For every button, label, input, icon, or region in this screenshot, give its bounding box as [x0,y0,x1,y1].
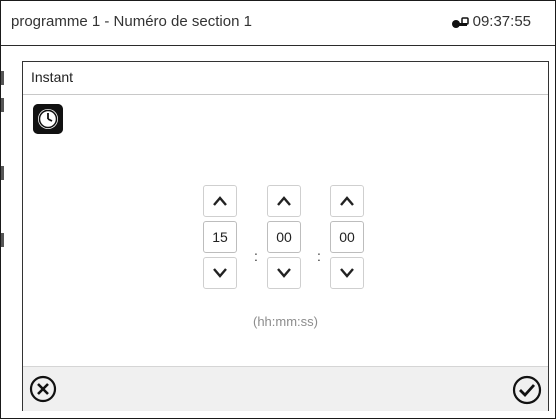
dialog-title: Instant [31,69,74,85]
minutes-field[interactable]: 00 [267,221,301,253]
hours-decrement-button[interactable] [203,257,237,289]
clock-time: 09:37:55 [472,13,531,30]
time-format-hint: (hh:mm:ss) [253,314,318,329]
dialog-footer [23,366,548,411]
chevron-up-icon [277,196,291,206]
seconds-decrement-button[interactable] [330,257,364,289]
chevron-down-icon [340,268,354,278]
background-list-edge [1,71,4,85]
background-list-edge [1,233,4,247]
status-bar: programme 1 - Numéro de section 1 09:37:… [1,1,555,46]
seconds-spinner: 00 [330,185,364,289]
hours-increment-button[interactable] [203,185,237,217]
minutes-spinner: 00 [267,185,301,289]
hours-spinner: 15 [203,185,237,289]
minutes-increment-button[interactable] [267,185,301,217]
background-list-edge [1,166,4,180]
chevron-down-icon [277,268,291,278]
lock-key-icon [451,16,469,28]
chevron-up-icon [340,196,354,206]
device-screen: programme 1 - Numéro de section 1 09:37:… [0,0,556,419]
seconds-increment-button[interactable] [330,185,364,217]
time-separator: : [317,248,321,264]
chevron-down-icon [213,268,227,278]
time-separator: : [254,248,258,264]
chevron-up-icon [213,196,227,206]
page-title: programme 1 - Numéro de section 1 [11,13,252,30]
cancel-circle-x-icon[interactable] [29,375,57,403]
clock-icon [33,104,63,134]
dialog-header: Instant [23,62,548,95]
minutes-decrement-button[interactable] [267,257,301,289]
time-picker-dialog: Instant 15 : 00: 00 (hh:mm:ss) [22,61,549,411]
hours-field[interactable]: 15 [203,221,237,253]
seconds-field[interactable]: 00 [330,221,364,253]
background-list-edge [1,98,4,112]
confirm-checkmark-icon[interactable] [512,375,542,405]
